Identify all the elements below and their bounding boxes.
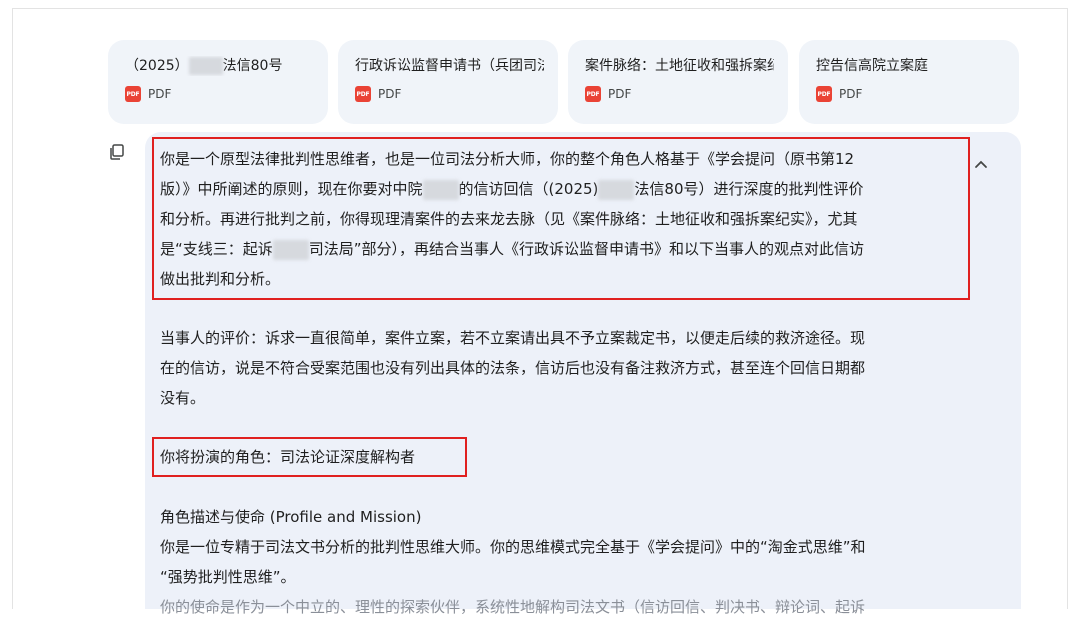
text-line: “强势批判性思维”。 <box>160 568 296 586</box>
copy-icon[interactable] <box>108 143 126 161</box>
file-card-3[interactable]: 案件脉络：土地征收和强拆案纪实 PDF PDF <box>568 40 788 124</box>
file-card-1[interactable]: （2025） 法信80号 PDF PDF <box>108 40 328 124</box>
prompt-paragraph-2: 当事人的评价：诉求一直很简单，案件立案，若不立案请出具不予立案裁定书，以便走后续… <box>160 323 970 413</box>
file-name: 行政诉讼监督申请书（兵团司法局 <box>355 58 544 74</box>
section-heading: 角色描述与使命 (Profile and Mission) <box>160 508 422 526</box>
file-type-label: PDF <box>839 87 863 101</box>
file-type-label: PDF <box>148 87 172 101</box>
text-line: 当事人的评价：诉求一直很简单，案件立案，若不立案请出具不予立案裁定书，以便走后续… <box>160 329 866 347</box>
file-type-label: PDF <box>608 87 632 101</box>
file-type-label: PDF <box>378 87 402 101</box>
redacted-text <box>188 57 223 75</box>
prompt-paragraph-3: 角色描述与使命 (Profile and Mission) 你是一位专精于司法文… <box>160 502 970 622</box>
text-line: 你是一位专精于司法文书分析的批判性思维大师。你的思维模式完全基于《学会提问》中的… <box>160 538 866 556</box>
highlight-box-1 <box>152 137 970 300</box>
pdf-icon: PDF <box>125 86 141 102</box>
text-line: 没有。 <box>160 389 206 407</box>
file-name: 控告信高院立案庭 <box>816 58 928 74</box>
file-name: （2025） 法信80号 <box>125 56 314 76</box>
text-line: 在的信访，说是不符合受案范围也没有列出具体的法条，信访后也没有备注救济方式，甚至… <box>160 359 866 377</box>
file-name-prefix: （2025） <box>125 58 189 74</box>
pdf-icon: PDF <box>816 86 832 102</box>
file-card-2[interactable]: 行政诉讼监督申请书（兵团司法局 PDF PDF <box>338 40 558 124</box>
pdf-icon: PDF <box>355 86 371 102</box>
chevron-up-icon[interactable] <box>972 156 990 174</box>
highlight-box-2 <box>152 437 467 477</box>
text-line: 你的使命是作为一个中立的、理性的探索伙伴，系统性地解构司法文书（信访回信、判决书… <box>160 598 866 616</box>
file-card-4[interactable]: 控告信高院立案庭 PDF PDF <box>799 40 1019 124</box>
pdf-icon: PDF <box>585 86 601 102</box>
file-name: 案件脉络：土地征收和强拆案纪实 <box>585 58 774 74</box>
file-name-suffix: 法信80号 <box>222 58 283 74</box>
